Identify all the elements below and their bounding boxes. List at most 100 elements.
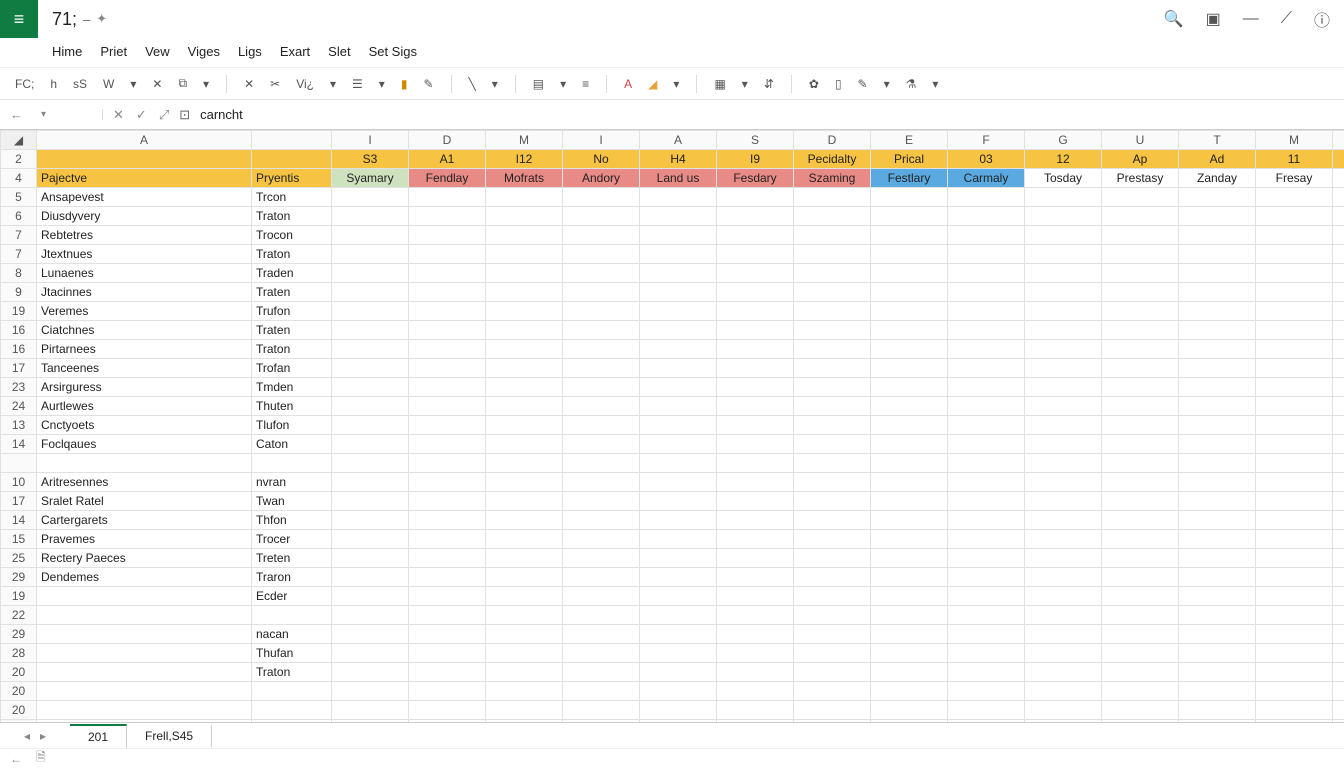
cell[interactable] bbox=[409, 207, 486, 226]
cell[interactable] bbox=[563, 188, 640, 207]
cell[interactable] bbox=[948, 473, 1025, 492]
cell[interactable]: Diusdyvery bbox=[37, 207, 252, 226]
cell[interactable]: Twan bbox=[252, 492, 332, 511]
cell[interactable] bbox=[1179, 264, 1256, 283]
cell[interactable] bbox=[794, 188, 871, 207]
cell[interactable]: Aurtlewes bbox=[37, 397, 252, 416]
cell[interactable] bbox=[1333, 245, 1344, 264]
cell[interactable] bbox=[1025, 397, 1102, 416]
cell[interactable] bbox=[563, 606, 640, 625]
cell[interactable] bbox=[409, 188, 486, 207]
cell[interactable]: 03 bbox=[948, 150, 1025, 169]
tb-item[interactable]: ✿ bbox=[806, 75, 822, 93]
cell[interactable]: Thfon bbox=[252, 511, 332, 530]
cell[interactable] bbox=[1102, 283, 1179, 302]
cell[interactable] bbox=[794, 587, 871, 606]
cell[interactable] bbox=[1025, 454, 1102, 473]
cell[interactable] bbox=[717, 606, 794, 625]
menu-item[interactable]: Exart bbox=[280, 44, 310, 59]
cell[interactable] bbox=[1256, 549, 1333, 568]
cell[interactable] bbox=[948, 530, 1025, 549]
cell[interactable]: Andory bbox=[563, 169, 640, 188]
cell[interactable]: Aritresennes bbox=[37, 473, 252, 492]
cell[interactable]: Treten bbox=[252, 549, 332, 568]
row-header[interactable]: 15 bbox=[1, 530, 37, 549]
cell[interactable] bbox=[409, 454, 486, 473]
select-all-corner[interactable]: ◢ bbox=[1, 131, 37, 150]
cell[interactable] bbox=[1333, 720, 1344, 723]
cell[interactable] bbox=[794, 568, 871, 587]
cell[interactable] bbox=[563, 568, 640, 587]
cell[interactable] bbox=[1256, 568, 1333, 587]
cell[interactable] bbox=[1256, 188, 1333, 207]
cell[interactable] bbox=[1025, 321, 1102, 340]
status-back-icon[interactable]: ← bbox=[10, 752, 22, 766]
cell[interactable] bbox=[486, 340, 563, 359]
cell[interactable]: H4 bbox=[640, 150, 717, 169]
cell[interactable] bbox=[871, 473, 948, 492]
cell[interactable] bbox=[948, 701, 1025, 720]
cell[interactable]: Rebtetres bbox=[37, 226, 252, 245]
cell[interactable]: Land us bbox=[640, 169, 717, 188]
cell[interactable] bbox=[332, 321, 409, 340]
cell[interactable] bbox=[794, 321, 871, 340]
cell[interactable]: S3 bbox=[332, 150, 409, 169]
hamburger-menu[interactable]: ≡ bbox=[0, 0, 38, 38]
tab-next-icon[interactable]: ▸ bbox=[40, 729, 46, 743]
cell[interactable] bbox=[486, 492, 563, 511]
cell[interactable] bbox=[1256, 435, 1333, 454]
tb-item[interactable]: ▾ bbox=[327, 75, 339, 93]
cell[interactable]: Foclqaues bbox=[37, 435, 252, 454]
cell[interactable] bbox=[948, 245, 1025, 264]
cell[interactable] bbox=[486, 701, 563, 720]
cell[interactable] bbox=[332, 625, 409, 644]
col-header[interactable]: I bbox=[563, 131, 640, 150]
cell[interactable] bbox=[1025, 682, 1102, 701]
cell[interactable] bbox=[1102, 549, 1179, 568]
cell[interactable] bbox=[486, 587, 563, 606]
row-header[interactable]: 5 bbox=[1, 188, 37, 207]
cell[interactable] bbox=[871, 492, 948, 511]
cell[interactable] bbox=[1256, 340, 1333, 359]
tb-item[interactable]: ☰ bbox=[349, 75, 366, 93]
search-icon[interactable]: 🔍 bbox=[1164, 9, 1184, 29]
tb-item[interactable]: ▾ bbox=[127, 75, 139, 93]
cell[interactable] bbox=[948, 397, 1025, 416]
cell[interactable] bbox=[1179, 245, 1256, 264]
cell[interactable] bbox=[486, 549, 563, 568]
cell[interactable] bbox=[871, 359, 948, 378]
cell[interactable]: Fresay bbox=[1256, 169, 1333, 188]
cell[interactable] bbox=[948, 587, 1025, 606]
cell[interactable] bbox=[332, 359, 409, 378]
cell[interactable] bbox=[1333, 378, 1344, 397]
row-header[interactable]: 14 bbox=[1, 511, 37, 530]
cell[interactable] bbox=[1256, 587, 1333, 606]
cell[interactable] bbox=[332, 492, 409, 511]
tb-item[interactable]: ▾ bbox=[489, 75, 501, 93]
cell[interactable] bbox=[1179, 340, 1256, 359]
cell[interactable] bbox=[486, 359, 563, 378]
cell[interactable]: Traron bbox=[252, 568, 332, 587]
tb-item[interactable]: ✕ bbox=[241, 75, 257, 93]
cell[interactable] bbox=[37, 682, 252, 701]
cell[interactable] bbox=[1256, 397, 1333, 416]
cell[interactable] bbox=[640, 473, 717, 492]
cell[interactable] bbox=[871, 207, 948, 226]
cell[interactable] bbox=[486, 663, 563, 682]
cell[interactable] bbox=[1333, 321, 1344, 340]
row-header[interactable]: 10 bbox=[1, 473, 37, 492]
cell[interactable]: No bbox=[1333, 150, 1344, 169]
cell[interactable] bbox=[1256, 226, 1333, 245]
cell[interactable] bbox=[486, 378, 563, 397]
cell[interactable] bbox=[1333, 568, 1344, 587]
cell[interactable] bbox=[640, 511, 717, 530]
cell[interactable] bbox=[563, 530, 640, 549]
cell[interactable] bbox=[1333, 283, 1344, 302]
cell[interactable] bbox=[794, 530, 871, 549]
cell[interactable] bbox=[252, 454, 332, 473]
cell[interactable] bbox=[1102, 264, 1179, 283]
row-header[interactable]: 23 bbox=[1, 378, 37, 397]
cell[interactable] bbox=[37, 720, 252, 723]
cell[interactable] bbox=[1102, 226, 1179, 245]
back-icon[interactable]: ← bbox=[10, 107, 23, 122]
